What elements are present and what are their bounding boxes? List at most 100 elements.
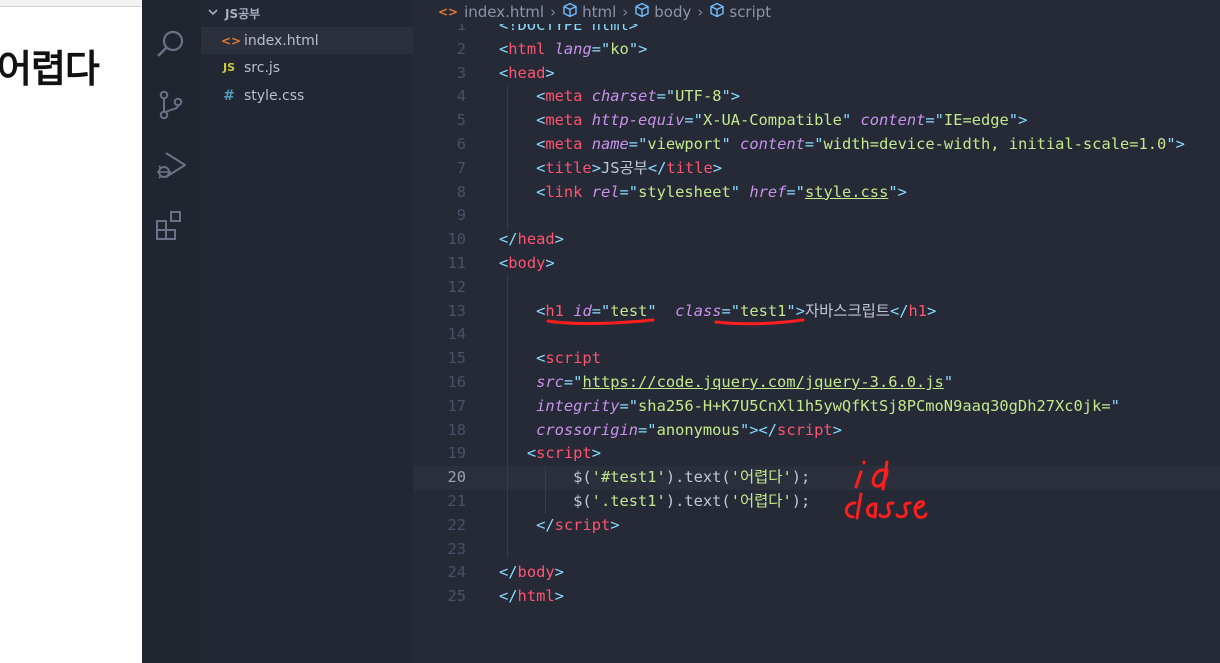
code-line[interactable]: 4 <meta charset="UTF-8"> — [413, 85, 1220, 109]
line-number: 19 — [447, 444, 466, 463]
file-index-html[interactable]: <> index.html — [201, 27, 413, 54]
code-token: rel — [591, 182, 620, 201]
code-line[interactable]: 10 </head> — [413, 228, 1220, 252]
code-token: body — [517, 563, 555, 582]
code-line[interactable]: 21 $('.test1').text('어렵다'); — [413, 490, 1220, 514]
code-token: text( — [684, 492, 731, 510]
code-token: ko — [610, 39, 629, 58]
code-text: <head> — [499, 62, 555, 86]
code-token: JS공부 — [600, 158, 648, 177]
code-token: < — [536, 182, 546, 201]
code-line[interactable]: 16 src="https://code.jquery.com/jquery-3… — [413, 371, 1220, 395]
code-line[interactable]: 6 <meta name="viewport" content="width=d… — [413, 133, 1220, 157]
code-token: id — [573, 301, 592, 320]
code-token: ). — [665, 468, 685, 487]
folder-js-study[interactable]: JS공부 — [207, 3, 260, 23]
code-token: href — [749, 182, 787, 201]
code-line[interactable]: 25 </html> — [413, 585, 1220, 609]
extensions-icon[interactable] — [155, 209, 187, 241]
breadcrumb-item[interactable]: body — [654, 3, 691, 21]
code-line[interactable]: 5 <meta http-equiv="X-UA-Compatible" con… — [413, 109, 1220, 133]
code-text: <title>JS공부</title> — [499, 157, 722, 181]
code-line[interactable]: 19 <script> — [413, 442, 1220, 466]
code-line[interactable]: 17 integrity="sha256-H+K7U5CnXl1h5ywQfKt… — [413, 395, 1220, 419]
code-token: "> — [786, 301, 805, 320]
code-line[interactable]: 14 — [413, 323, 1220, 347]
code-token: </ — [499, 230, 518, 249]
code-token: " — [721, 135, 731, 153]
line-number: 2 — [456, 39, 466, 58]
file-src-js[interactable]: JS src.js — [201, 54, 413, 81]
code-line[interactable]: 22 </script> — [413, 514, 1220, 538]
code-token: width=device-width, initial-scale=1.0 — [823, 135, 1167, 153]
code-token: test — [610, 301, 648, 320]
code-text: <script> — [499, 442, 601, 466]
search-icon[interactable] — [155, 28, 187, 60]
indent-guide — [545, 466, 546, 514]
code-token: > — [545, 63, 555, 82]
code-line[interactable]: 11 <body> — [413, 252, 1220, 276]
code-editor[interactable]: 1 <!DOCTYPE html> 2 <html lang="ko"> 3 <head>… — [413, 0, 1220, 663]
code-token: =" — [721, 301, 741, 320]
code-line[interactable]: 3 <head> — [413, 62, 1220, 86]
run-debug-icon[interactable] — [155, 150, 187, 182]
code-line[interactable]: 2 <html lang="ko"> — [413, 38, 1220, 62]
code-line[interactable]: 12 — [413, 276, 1220, 300]
code-line[interactable]: 18 crossorigin="anonymous"></script> — [413, 419, 1220, 443]
chevron-right-icon: › — [622, 3, 629, 21]
code-token: h1 — [908, 301, 928, 320]
code-line[interactable]: 13 <h1 id="test" class="test1">자바스크립트</h… — [413, 300, 1220, 324]
line-number: 12 — [447, 277, 466, 296]
source-control-icon[interactable] — [155, 89, 187, 121]
code-text: </html> — [499, 585, 564, 609]
code-token: > — [554, 587, 564, 606]
breadcrumb-item[interactable]: html — [582, 3, 616, 21]
code-line[interactable]: 7 <title>JS공부</title> — [413, 157, 1220, 181]
code-token: head — [517, 230, 555, 249]
code-token: ); — [791, 468, 811, 487]
code-line[interactable]: 15 <script — [413, 347, 1220, 371]
activity-bar — [142, 0, 201, 663]
code-token: name — [591, 135, 629, 153]
chevron-down-icon — [207, 6, 219, 21]
code-token: > — [610, 515, 620, 534]
code-line[interactable]: 9 — [413, 204, 1220, 228]
line-number: 13 — [447, 301, 466, 320]
code-token: '.test1' — [591, 492, 666, 510]
file-style-css[interactable]: # style.css — [201, 82, 413, 109]
code-line[interactable]: 24 </body> — [413, 561, 1220, 585]
breadcrumb-file[interactable]: index.html — [464, 3, 544, 21]
code-token: script — [777, 420, 833, 439]
code-token: link — [545, 182, 583, 201]
preview-top-bar — [0, 0, 142, 7]
code-token: < — [536, 158, 546, 177]
code-line[interactable]: 20 $('#test1').text('어렵다'); — [413, 466, 1220, 490]
code-text: integrity="sha256-H+K7U5CnXl1h5ywQfKtSj8… — [499, 395, 1120, 419]
code-token: content — [860, 111, 926, 130]
code-token: =" — [656, 87, 676, 106]
code-text: </script> — [499, 514, 620, 538]
code-token: > — [832, 420, 842, 439]
code-token: </ — [889, 301, 909, 320]
element-icon — [709, 2, 725, 22]
code-text: crossorigin="anonymous"></script> — [499, 419, 842, 443]
code-token: < — [536, 87, 546, 106]
line-number: 23 — [447, 539, 466, 558]
code-token: anonymous — [656, 420, 740, 439]
breadcrumb-item[interactable]: script — [729, 3, 771, 21]
code-token: script — [554, 515, 611, 534]
code-line[interactable]: 23 — [413, 538, 1220, 562]
code-token: "></ — [739, 420, 778, 439]
code-line[interactable]: 8 <link rel="stylesheet" href="style.css… — [413, 181, 1220, 205]
code-text: </body> — [499, 561, 564, 585]
line-number: 20 — [447, 468, 466, 487]
